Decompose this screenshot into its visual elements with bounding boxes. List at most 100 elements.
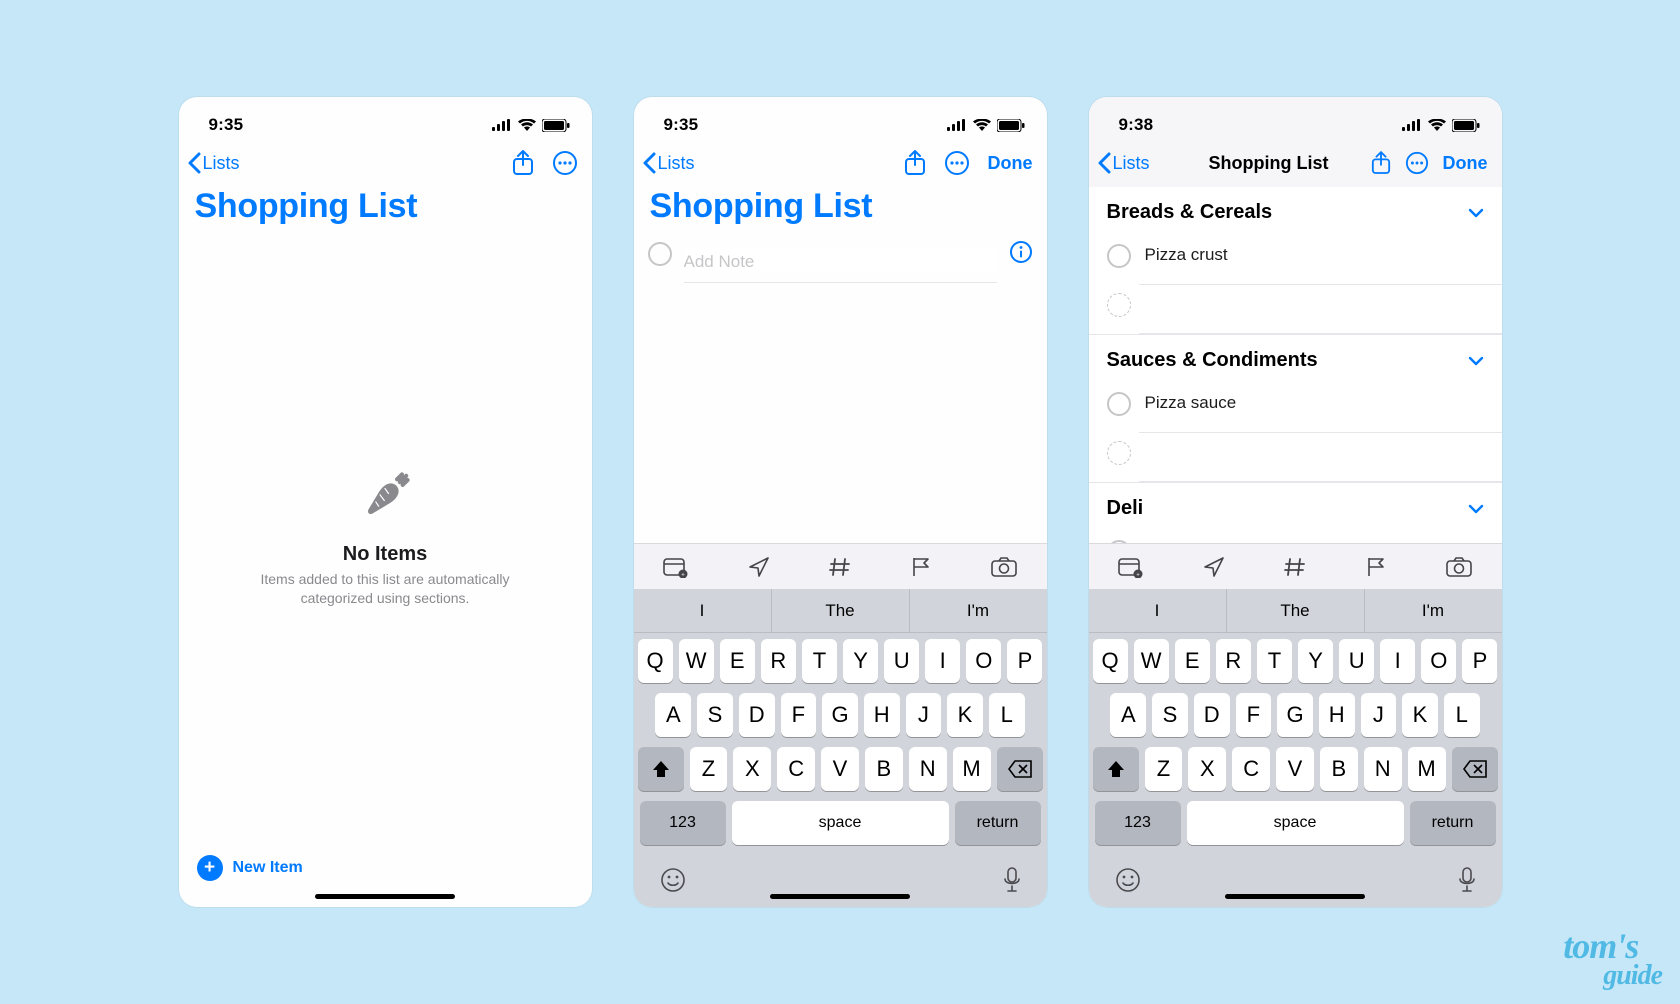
key-l[interactable]: L	[1444, 693, 1480, 737]
key-p[interactable]: P	[1462, 639, 1497, 683]
key-f[interactable]: F	[1236, 693, 1272, 737]
prediction-3[interactable]: I'm	[909, 589, 1047, 632]
section-header[interactable]: Deli	[1089, 482, 1502, 532]
prediction-3[interactable]: I'm	[1364, 589, 1502, 632]
prediction-2[interactable]: The	[771, 589, 909, 632]
key-s[interactable]: S	[1152, 693, 1188, 737]
key-g[interactable]: G	[1277, 693, 1313, 737]
shift-key[interactable]	[1093, 747, 1139, 791]
hashtag-button[interactable]	[829, 556, 851, 578]
key-m[interactable]: M	[953, 747, 991, 791]
key-e[interactable]: E	[720, 639, 755, 683]
complete-radio-placeholder[interactable]	[1107, 293, 1131, 317]
shift-key[interactable]	[638, 747, 684, 791]
more-button[interactable]	[1405, 151, 1429, 175]
key-c[interactable]: C	[1232, 747, 1270, 791]
home-indicator[interactable]	[1225, 894, 1365, 899]
key-l[interactable]: L	[989, 693, 1025, 737]
camera-button[interactable]	[1446, 557, 1472, 577]
key-z[interactable]: Z	[690, 747, 728, 791]
list-item[interactable]: Pizza sauce	[1089, 384, 1502, 422]
add-note-input[interactable]	[684, 248, 997, 272]
calendar-button[interactable]: +	[1118, 556, 1144, 578]
calendar-button[interactable]: +	[663, 556, 689, 578]
key-a[interactable]: A	[1110, 693, 1146, 737]
key-a[interactable]: A	[655, 693, 691, 737]
share-button[interactable]	[1371, 151, 1391, 175]
key-f[interactable]: F	[781, 693, 817, 737]
key-n[interactable]: N	[909, 747, 947, 791]
dictation-button[interactable]	[1458, 867, 1476, 893]
key-q[interactable]: Q	[1093, 639, 1128, 683]
new-item-placeholder[interactable]	[1089, 285, 1502, 323]
more-button[interactable]	[944, 150, 970, 176]
section-header[interactable]: Sauces & Condiments	[1089, 334, 1502, 384]
sections-list[interactable]: Breads & CerealsPizza crust Sauces & Cond…	[1089, 187, 1502, 543]
location-button[interactable]	[1203, 556, 1225, 578]
chevron-down-icon[interactable]	[1468, 201, 1484, 224]
key-k[interactable]: K	[947, 693, 983, 737]
key-j[interactable]: J	[906, 693, 942, 737]
key-e[interactable]: E	[1175, 639, 1210, 683]
emoji-button[interactable]	[660, 867, 686, 893]
key-d[interactable]: D	[1194, 693, 1230, 737]
chevron-down-icon[interactable]	[1468, 497, 1484, 520]
back-button[interactable]: Lists	[1097, 152, 1167, 174]
flag-button[interactable]	[1365, 556, 1387, 578]
share-button[interactable]	[904, 150, 926, 176]
key-r[interactable]: R	[761, 639, 796, 683]
list-item[interactable]: Pepperoni	[1089, 532, 1502, 543]
key-j[interactable]: J	[1361, 693, 1397, 737]
key-y[interactable]: Y	[843, 639, 878, 683]
key-o[interactable]: O	[1421, 639, 1456, 683]
key-x[interactable]: X	[1188, 747, 1226, 791]
key-m[interactable]: M	[1408, 747, 1446, 791]
return-key[interactable]: return	[1410, 801, 1496, 845]
complete-radio-placeholder[interactable]	[1107, 441, 1131, 465]
key-t[interactable]: T	[1257, 639, 1292, 683]
backspace-key[interactable]	[997, 747, 1043, 791]
share-button[interactable]	[512, 150, 534, 176]
key-q[interactable]: Q	[638, 639, 673, 683]
home-indicator[interactable]	[770, 894, 910, 899]
complete-radio[interactable]	[1107, 244, 1131, 268]
key-v[interactable]: V	[821, 747, 859, 791]
prediction-1[interactable]: I	[1089, 589, 1226, 632]
back-button[interactable]: Lists	[187, 152, 240, 174]
key-d[interactable]: D	[739, 693, 775, 737]
camera-button[interactable]	[991, 557, 1017, 577]
key-i[interactable]: I	[1380, 639, 1415, 683]
new-item-placeholder[interactable]	[1089, 433, 1502, 471]
hashtag-button[interactable]	[1284, 556, 1306, 578]
space-key[interactable]: space	[732, 801, 949, 845]
key-b[interactable]: B	[1320, 747, 1358, 791]
key-x[interactable]: X	[733, 747, 771, 791]
more-button[interactable]	[552, 150, 578, 176]
home-indicator[interactable]	[315, 894, 455, 899]
key-o[interactable]: O	[966, 639, 1001, 683]
key-s[interactable]: S	[697, 693, 733, 737]
prediction-2[interactable]: The	[1226, 589, 1364, 632]
back-button[interactable]: Lists	[642, 152, 695, 174]
emoji-button[interactable]	[1115, 867, 1141, 893]
space-key[interactable]: space	[1187, 801, 1404, 845]
info-button[interactable]	[1009, 240, 1033, 269]
key-u[interactable]: U	[884, 639, 919, 683]
numbers-key[interactable]: 123	[1095, 801, 1181, 845]
section-header[interactable]: Breads & Cereals	[1089, 187, 1502, 236]
key-p[interactable]: P	[1007, 639, 1042, 683]
done-button[interactable]: Done	[1443, 153, 1488, 174]
list-item[interactable]: Pizza crust	[1089, 236, 1502, 274]
key-c[interactable]: C	[777, 747, 815, 791]
complete-radio[interactable]	[1107, 392, 1131, 416]
key-h[interactable]: H	[864, 693, 900, 737]
prediction-1[interactable]: I	[634, 589, 771, 632]
key-n[interactable]: N	[1364, 747, 1402, 791]
key-h[interactable]: H	[1319, 693, 1355, 737]
key-u[interactable]: U	[1339, 639, 1374, 683]
dictation-button[interactable]	[1003, 867, 1021, 893]
return-key[interactable]: return	[955, 801, 1041, 845]
key-k[interactable]: K	[1402, 693, 1438, 737]
key-w[interactable]: W	[1134, 639, 1169, 683]
backspace-key[interactable]	[1452, 747, 1498, 791]
